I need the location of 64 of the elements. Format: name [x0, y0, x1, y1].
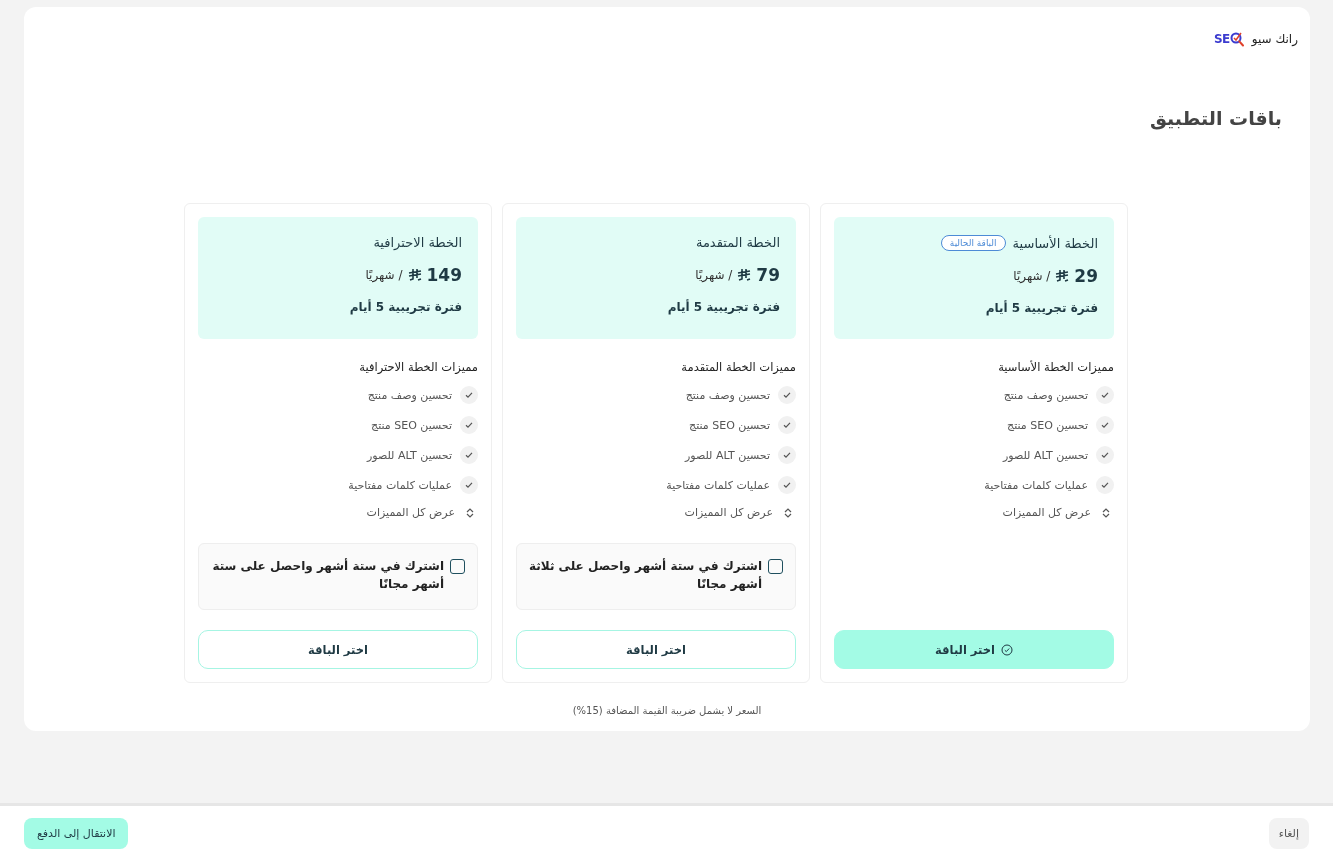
- magnifier-icon: [1229, 31, 1244, 47]
- logo-text: SE: [1213, 32, 1230, 46]
- offer-checkbox[interactable]: [450, 559, 465, 574]
- check-icon: [460, 386, 478, 404]
- proceed-to-payment-button[interactable]: الانتقال إلى الدفع: [24, 817, 129, 849]
- price-period: / شهريًا: [365, 268, 403, 282]
- feature-item: تحسين ALT للصور: [684, 448, 770, 462]
- currency-icon: [407, 268, 422, 282]
- expand-icon: [783, 506, 793, 519]
- currency-icon: [1055, 269, 1070, 283]
- check-icon: [1096, 386, 1114, 404]
- feature-item: تحسين وصف منتج: [1003, 388, 1088, 402]
- check-icon: [1096, 476, 1114, 494]
- current-plan-badge: الباقة الحالية: [940, 235, 1006, 251]
- feature-item: تحسين SEO منتج: [689, 418, 770, 432]
- feature-item: تحسين SEO منتج: [371, 418, 452, 432]
- feature-item: تحسين ALT للصور: [1002, 448, 1088, 462]
- plan-price: 29: [1074, 266, 1098, 286]
- check-icon: [778, 446, 796, 464]
- offer-label: اشترك في ستة أشهر واحصل على ثلاثة أشهر مجانًا: [528, 557, 762, 593]
- check-icon: [1096, 416, 1114, 434]
- check-icon: [1096, 446, 1114, 464]
- check-icon: [778, 476, 796, 494]
- price-period: / شهريًا: [695, 268, 733, 282]
- check-icon: [460, 476, 478, 494]
- expand-icon: [465, 506, 475, 519]
- trial-period: فترة تجريبية 5 أيام: [348, 300, 462, 314]
- feature-item: عمليات كلمات مفتاحية: [984, 478, 1088, 492]
- check-icon: [460, 416, 478, 434]
- features-title: مميزات الخطة الاحترافية: [358, 360, 478, 374]
- feature-item: تحسين وصف منتج: [367, 388, 452, 402]
- choose-plan-button[interactable]: اختر الباقة: [198, 630, 478, 669]
- check-circle-icon: [1000, 643, 1013, 656]
- show-all-features-link[interactable]: عرض كل المميزات: [1002, 506, 1091, 519]
- features-title: مميزات الخطة المتقدمة: [680, 360, 796, 374]
- feature-item: عمليات كلمات مفتاحية: [348, 478, 452, 492]
- app-name: رانك سيو: [1251, 32, 1298, 46]
- trial-period: فترة تجريبية 5 أيام: [984, 301, 1098, 315]
- plan-name: الخطة المتقدمة: [695, 235, 780, 250]
- price-period: / شهريًا: [1013, 269, 1051, 283]
- feature-item: عمليات كلمات مفتاحية: [666, 478, 770, 492]
- choose-plan-button[interactable]: اختر الباقة: [834, 630, 1114, 669]
- expand-icon: [1101, 506, 1111, 519]
- feature-item: تحسين ALT للصور: [366, 448, 452, 462]
- show-all-features-link[interactable]: عرض كل المميزات: [366, 506, 455, 519]
- offer-label: اشترك في ستة أشهر واحصل على ستة أشهر مجانًا: [211, 557, 444, 593]
- choose-plan-button[interactable]: اختر الباقة: [516, 630, 796, 669]
- feature-item: تحسين SEO منتج: [1007, 418, 1088, 432]
- page-title: باقات التطبيق: [1148, 107, 1282, 129]
- currency-icon: [737, 268, 752, 282]
- plan-name: الخطة الاحترافية: [373, 235, 462, 250]
- feature-item: تحسين وصف منتج: [685, 388, 770, 402]
- cancel-button[interactable]: إلغاء: [1268, 817, 1309, 849]
- check-icon: [778, 416, 796, 434]
- check-icon: [460, 446, 478, 464]
- vat-note: السعر لا يشمل ضريبة القيمة المضافة (15%): [571, 705, 763, 716]
- plan-price: 149: [426, 265, 462, 285]
- features-title: مميزات الخطة الأساسية: [997, 360, 1114, 374]
- plan-price: 79: [756, 265, 780, 285]
- plan-name: الخطة الأساسية: [1012, 235, 1098, 251]
- offer-checkbox[interactable]: [768, 559, 783, 574]
- trial-period: فترة تجريبية 5 أيام: [666, 300, 780, 314]
- show-all-features-link[interactable]: عرض كل المميزات: [684, 506, 773, 519]
- check-icon: [778, 386, 796, 404]
